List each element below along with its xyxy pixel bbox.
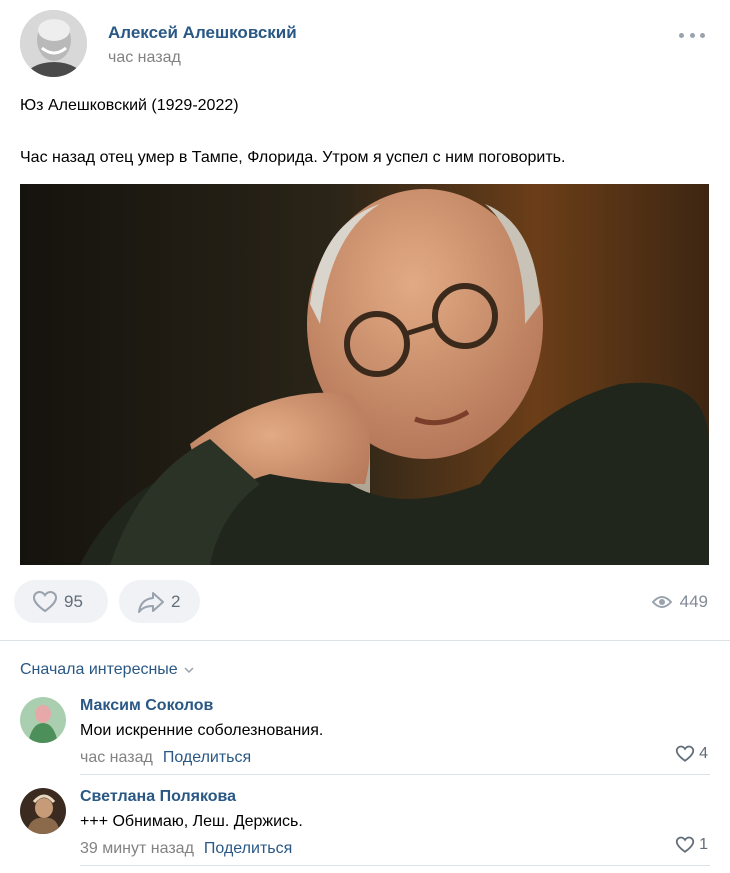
share-button[interactable]: 2 [119,580,200,623]
comment-author[interactable]: Светлана Полякова [80,788,236,806]
comment-text: +++ Обнимаю, Леш. Держись. [80,813,303,830]
comment-item: Максим Соколов Мои искренние соболезнова… [20,695,710,775]
comments-sort-label: Сначала интересные [20,661,178,678]
comments-sort-dropdown[interactable]: Сначала интересные [20,661,194,679]
comment-like-button[interactable]: 4 [675,745,708,763]
comment-separator [80,865,710,866]
comment-like-count: 4 [699,745,708,762]
more-icon[interactable] [679,30,705,40]
comment-text: Мои искренние соболезнования. [80,722,324,739]
comment-time[interactable]: час назад [80,749,153,767]
views-count: 449 [679,592,708,611]
comment-share-link[interactable]: Поделиться [204,840,292,858]
author-avatar[interactable] [20,10,87,77]
avatar[interactable] [20,788,66,834]
chevron-down-icon [184,667,194,673]
like-button[interactable]: 95 [14,580,108,623]
post-text-title: Юз Алешковский (1929-2022) [20,97,239,114]
comment-time[interactable]: 39 минут назад [80,840,194,858]
share-count: 2 [171,591,181,611]
share-arrow-icon [138,591,164,613]
comment-like-button[interactable]: 1 [675,836,708,854]
like-count: 95 [64,591,83,611]
post-text-body: Час назад отец умер в Тампе, Флорида. Ут… [20,149,566,166]
avatar[interactable] [20,697,66,743]
post-header: Алексей Алешковский час назад [20,10,710,80]
comment-item: Светлана Полякова +++ Обнимаю, Леш. Держ… [20,786,710,866]
comment-meta: 39 минут назад Поделиться [80,840,292,858]
heart-icon [32,590,58,612]
views-counter: 449 [651,592,708,612]
post-author-name[interactable]: Алексей Алешковский [108,23,297,43]
comment-author[interactable]: Максим Соколов [80,697,213,715]
post-photo[interactable] [20,184,709,565]
heart-icon [675,745,695,762]
comment-meta: час назад Поделиться [80,749,251,767]
comments-divider [0,640,730,641]
eye-icon [651,596,672,608]
comment-separator [80,774,710,775]
comment-share-link[interactable]: Поделиться [163,749,251,767]
heart-icon [675,836,695,853]
comment-like-count: 1 [699,836,708,853]
post-timestamp[interactable]: час назад [108,49,181,67]
